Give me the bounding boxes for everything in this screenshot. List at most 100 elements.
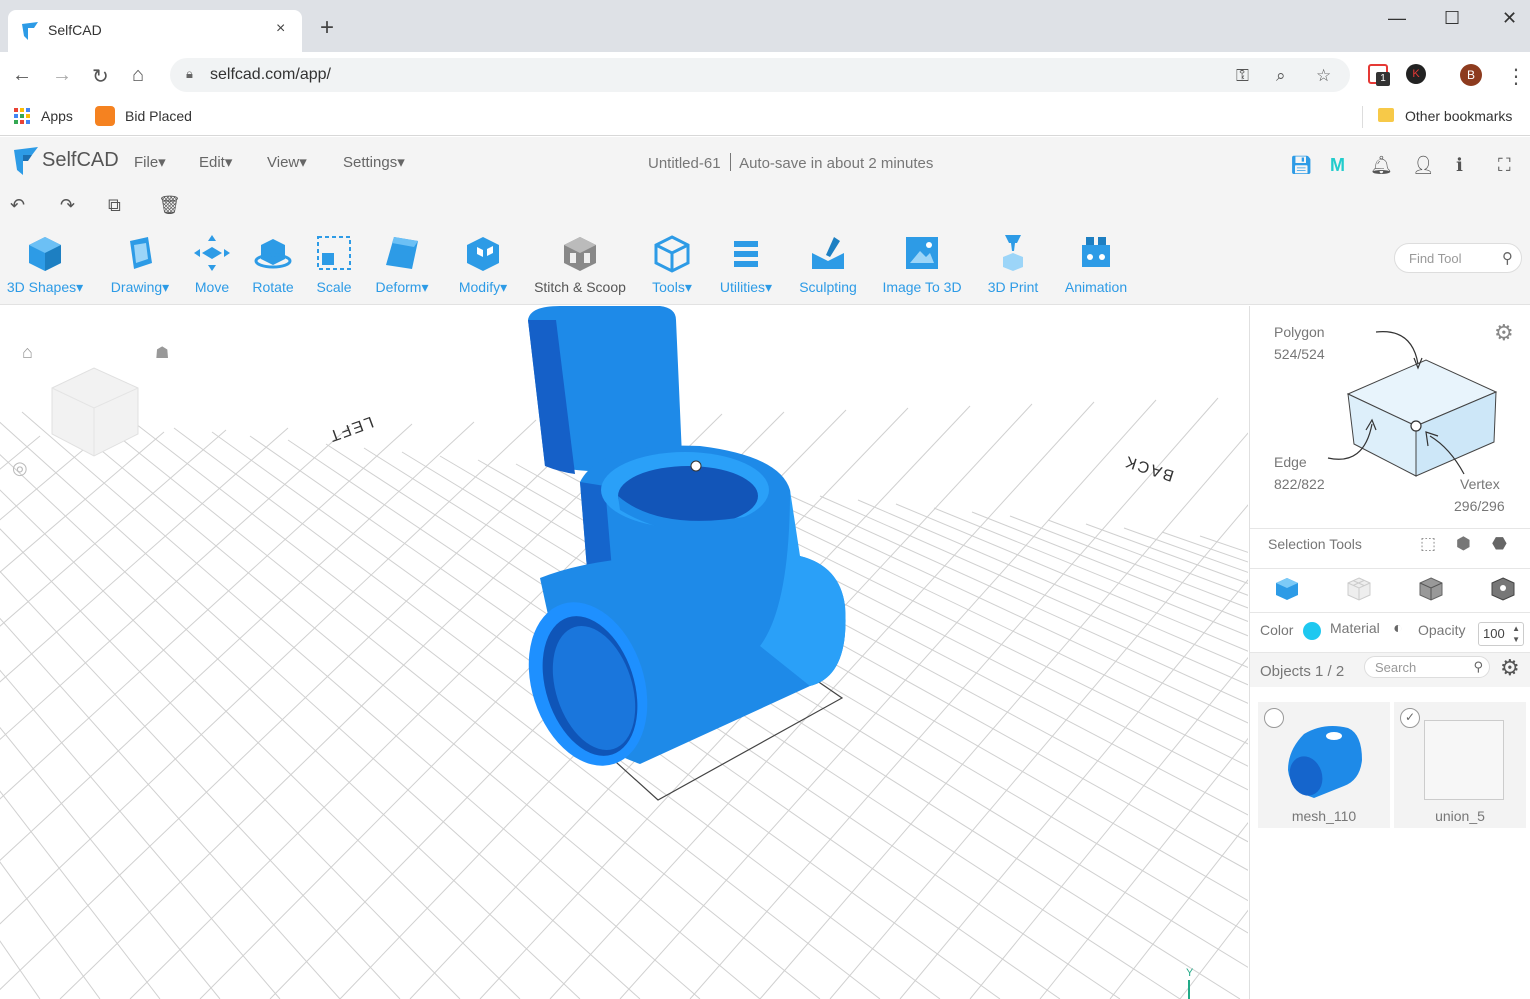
key-icon[interactable]: ⚿ [1236, 66, 1249, 86]
bookmark-apps[interactable]: Apps [41, 108, 73, 124]
tool-deform[interactable]: Deform▾ [368, 233, 436, 296]
3d-viewport[interactable]: ⌂ ☗ ◎ LEFT BACK Y [0, 306, 1248, 999]
tool-drawing[interactable]: Drawing▾ [104, 233, 176, 296]
profile-avatar[interactable]: B [1460, 64, 1482, 86]
3d-model-mesh[interactable] [509, 306, 846, 781]
forward-icon[interactable]: → [52, 64, 72, 87]
delete-icon[interactable]: 🗑︎ [158, 195, 181, 216]
bid-placed-favicon-icon [95, 106, 115, 126]
object-thumbnail [1424, 720, 1504, 800]
select-cursor-icon[interactable]: ⬚ [1420, 534, 1436, 554]
camera-icon[interactable]: ◎ [12, 458, 28, 478]
notification-bell-icon[interactable]: 🔔︎ [1370, 155, 1393, 176]
window-close-icon[interactable]: ✕ [1502, 8, 1517, 29]
image-icon [906, 237, 938, 269]
edge-label: Edge [1274, 454, 1307, 470]
omnibox[interactable]: 🔒︎ selfcad.com/app/ ⚿ ⌕ ☆ [170, 58, 1350, 92]
tool-animation[interactable]: Animation [1058, 233, 1134, 295]
user-icon[interactable]: 👤︎ [1412, 155, 1435, 176]
back-icon[interactable]: ← [12, 64, 32, 87]
m-icon[interactable]: M [1330, 155, 1345, 176]
home-view-icon[interactable]: ⌂ [22, 342, 33, 362]
grid-label-back: BACK [1122, 452, 1176, 484]
menu-settings[interactable]: Settings▾ [343, 153, 405, 171]
apps-grid-icon [14, 108, 30, 129]
tab-close-icon[interactable]: × [276, 20, 285, 38]
object-name: mesh_110 [1291, 808, 1357, 824]
opacity-stepper-icon[interactable]: ▲ ▼ [1512, 623, 1520, 645]
home-icon[interactable]: ⌂ [132, 64, 144, 87]
extension-icon[interactable]: 1 [1368, 64, 1390, 86]
object-select-checkbox[interactable]: ✓ [1400, 708, 1420, 728]
utilities-icon [734, 241, 758, 267]
tool-stitch-scoop[interactable]: Stitch & Scoop [528, 233, 632, 295]
viewport-canvas[interactable]: ⌂ ☗ ◎ LEFT BACK Y [0, 306, 1248, 999]
select-box-icon[interactable]: ⬢ [1456, 534, 1471, 554]
extension-k-icon[interactable]: K [1406, 64, 1426, 84]
save-icon[interactable]: 💾︎ [1290, 155, 1313, 176]
folder-icon [1378, 108, 1394, 122]
tool-label: Drawing▾ [110, 279, 170, 295]
menu-edit[interactable]: Edit▾ [199, 153, 232, 171]
menu-file[interactable]: File▾ [134, 153, 166, 171]
maximize-icon[interactable]: ☐ [1444, 8, 1460, 29]
stitch-icon [564, 237, 596, 271]
color-swatch[interactable] [1303, 622, 1321, 640]
selfcad-logo: SelfCAD [12, 147, 119, 180]
select-solid-icon[interactable]: ⬣ [1492, 534, 1507, 554]
opacity-value: 100 [1483, 626, 1505, 641]
fullscreen-icon[interactable]: ⛶ [1498, 155, 1511, 176]
object-mode-icon[interactable] [1274, 576, 1300, 607]
other-bookmarks[interactable]: Other bookmarks [1405, 108, 1512, 124]
tool-image-to-3d[interactable]: Image To 3D [876, 233, 968, 295]
opacity-input[interactable]: 100 ▲ ▼ [1478, 622, 1524, 646]
browser-tab[interactable]: SelfCAD × [8, 10, 302, 52]
object-card-union[interactable]: ✓ union_5 [1394, 702, 1526, 828]
objects-gear-icon[interactable]: ⚙ [1500, 655, 1520, 681]
menu-view[interactable]: View▾ [267, 153, 307, 171]
tool-utilities[interactable]: Utilities▾ [712, 233, 780, 296]
vertex-mode-icon[interactable] [1490, 576, 1516, 607]
tool-scale[interactable]: Scale [308, 233, 360, 295]
bookmark-bid-placed[interactable]: Bid Placed [125, 108, 192, 124]
object-select-checkbox[interactable] [1264, 708, 1284, 728]
tool-modify[interactable]: Modify▾ [450, 233, 516, 296]
search-icon[interactable]: ⚲ [1473, 659, 1483, 675]
polygon-mode-icon[interactable] [1346, 576, 1372, 607]
opacity-label: Opacity [1418, 622, 1466, 638]
tool-label: Stitch & Scoop [534, 279, 626, 295]
animation-icon [1082, 237, 1110, 267]
info-icon[interactable]: ℹ [1456, 155, 1463, 176]
edge-mode-icon[interactable] [1418, 576, 1444, 607]
minimize-icon[interactable]: — [1388, 8, 1406, 29]
material-icon[interactable]: ◐ [1393, 620, 1403, 638]
tool-rotate[interactable]: Rotate [246, 233, 300, 295]
find-tool-input[interactable]: Find Tool ⚲ [1394, 243, 1522, 273]
object-card-mesh[interactable]: mesh_110 [1258, 702, 1390, 828]
tool-label: Scale [316, 279, 352, 295]
object-thumbnail [1288, 726, 1362, 798]
bookmark-star-icon[interactable]: ☆ [1316, 66, 1331, 86]
vertex-count: 296/296 [1454, 498, 1505, 514]
vertex-label: Vertex [1460, 476, 1500, 492]
copy-icon[interactable]: ⧉ [108, 195, 121, 216]
tool-3d-print[interactable]: 3D Print [982, 233, 1044, 295]
search-icon[interactable]: ⚲ [1502, 249, 1513, 267]
reload-icon[interactable]: ↻ [92, 64, 109, 89]
undo-icon[interactable]: ↶ [10, 195, 25, 216]
tool-3d-shapes[interactable]: 3D Shapes▾ [2, 233, 88, 296]
objects-search-input[interactable]: Search ⚲ [1364, 656, 1490, 678]
tool-label: Tools▾ [652, 279, 692, 295]
tool-sculpting[interactable]: Sculpting [794, 233, 862, 295]
zoom-icon[interactable]: ⌕ [1276, 66, 1286, 86]
tool-tools[interactable]: Tools▾ [644, 233, 700, 296]
modify-icon [467, 237, 499, 271]
browser-menu-icon[interactable]: ⋮ [1506, 64, 1526, 89]
tool-move[interactable]: Move [186, 233, 238, 295]
doc-name[interactable]: Untitled-61 [648, 155, 721, 172]
new-tab-button[interactable]: + [320, 16, 334, 40]
grid-label-left: LEFT [325, 413, 375, 445]
view-cube[interactable] [51, 367, 139, 457]
light-icon[interactable]: ☗ [155, 345, 169, 362]
redo-icon[interactable]: ↷ [60, 195, 75, 216]
